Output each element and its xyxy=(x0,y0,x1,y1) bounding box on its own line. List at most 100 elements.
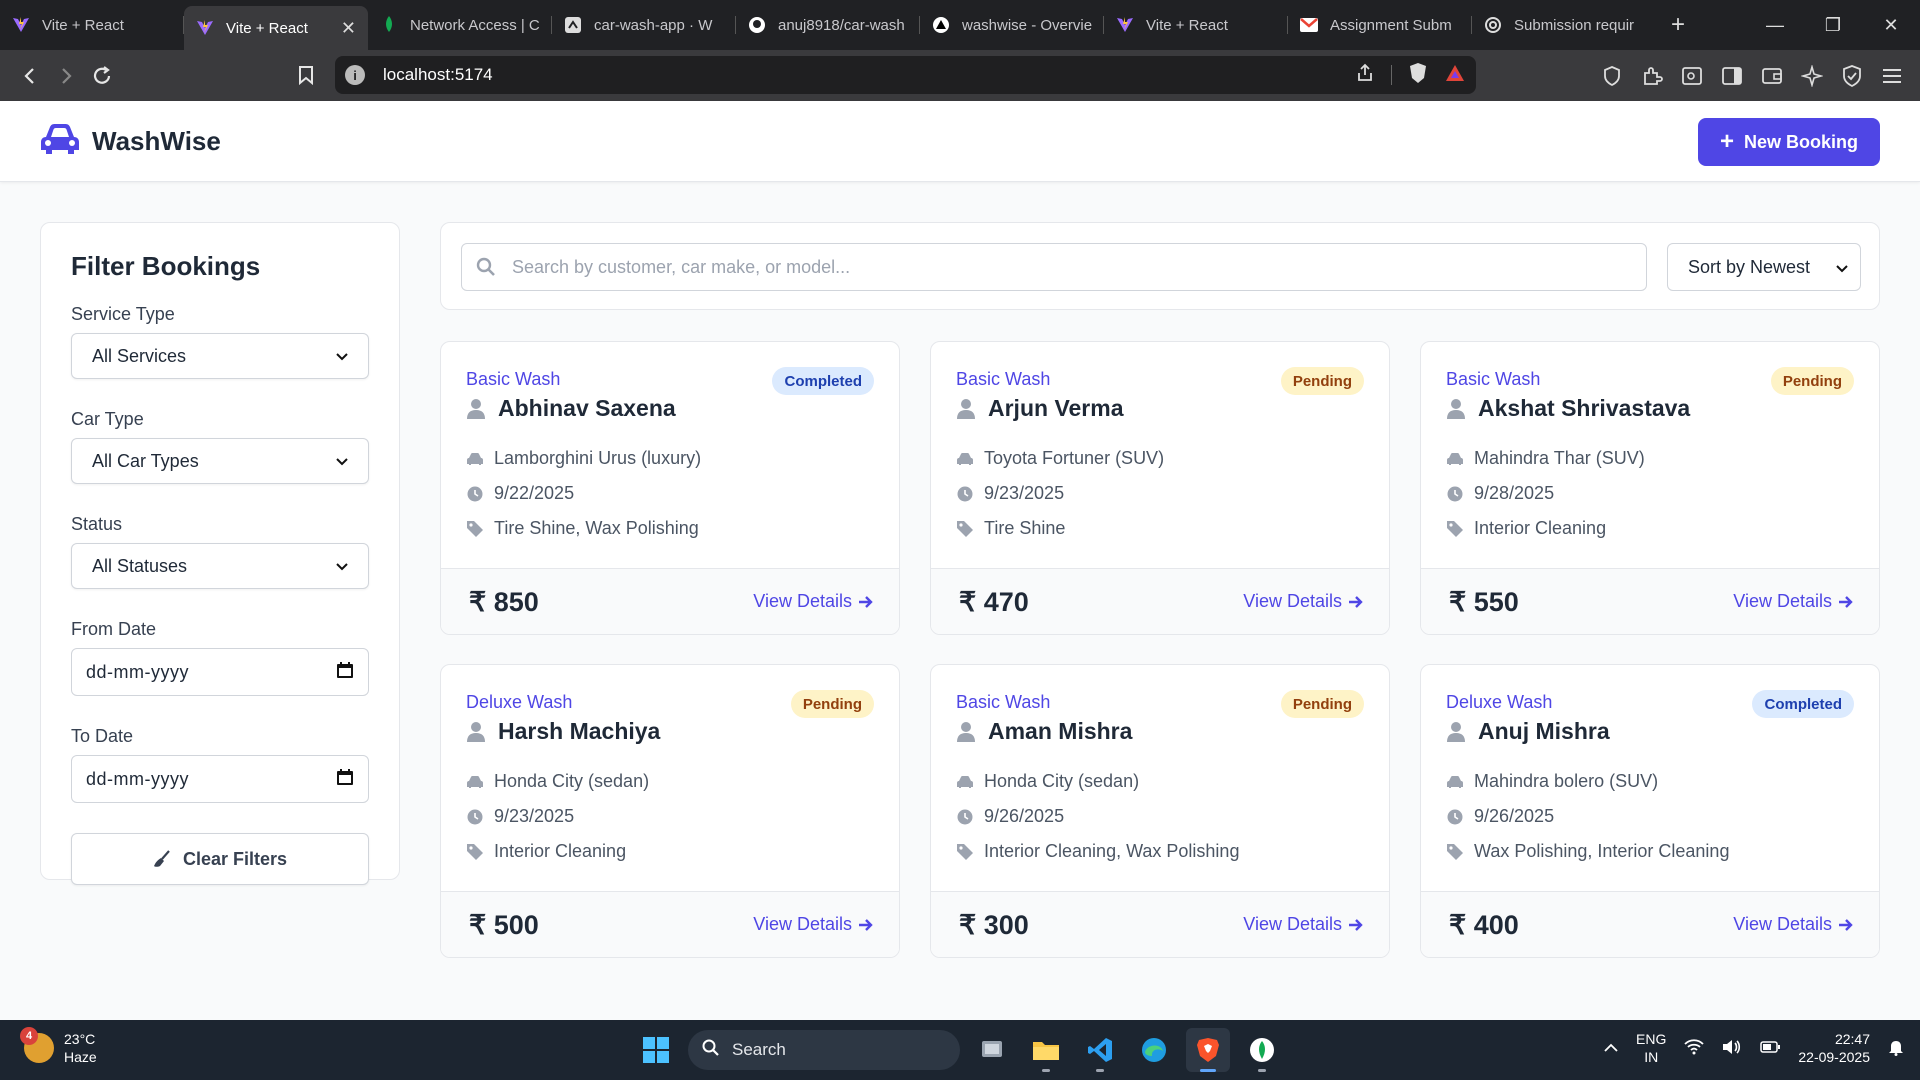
date-text: 9/23/2025 xyxy=(494,806,575,826)
extensions-icon[interactable] xyxy=(1634,58,1670,94)
brave-browser-icon[interactable] xyxy=(1186,1028,1230,1072)
mongodb-compass-icon[interactable] xyxy=(1240,1028,1284,1072)
view-details-link[interactable]: View Details xyxy=(1733,914,1854,935)
browser-tab[interactable]: Network Access | C xyxy=(368,0,552,50)
to-date-input[interactable]: dd-mm-yyyy xyxy=(71,755,369,803)
view-details-link[interactable]: View Details xyxy=(1733,591,1854,612)
back-icon[interactable] xyxy=(12,58,48,94)
language-indicator[interactable]: ENG IN xyxy=(1636,1030,1666,1066)
clock[interactable]: 22:47 22-09-2025 xyxy=(1798,1030,1870,1066)
close-window-icon[interactable]: ✕ xyxy=(1862,0,1920,50)
bookmark-icon[interactable] xyxy=(288,57,324,93)
volume-icon[interactable] xyxy=(1722,1039,1742,1058)
car-row: Honda City (sedan) xyxy=(466,771,649,792)
brave-rewards-icon[interactable] xyxy=(1444,63,1466,88)
chevron-up-icon[interactable] xyxy=(1604,1040,1618,1056)
arrow-right-icon xyxy=(1838,918,1854,932)
app-header: WashWise + New Booking xyxy=(0,101,1920,182)
search-input[interactable]: Search by customer, car make, or model..… xyxy=(461,243,1647,291)
leo-ai-icon[interactable] xyxy=(1794,58,1830,94)
view-details-link[interactable]: View Details xyxy=(1243,591,1364,612)
calendar-icon[interactable] xyxy=(336,768,354,791)
restore-icon[interactable]: ❐ xyxy=(1804,0,1862,50)
tab-title: Vite + React xyxy=(42,16,124,34)
edge-icon[interactable] xyxy=(1132,1028,1176,1072)
tab-title: car-wash-app · W xyxy=(594,16,713,34)
car-icon xyxy=(466,452,484,466)
service-type-select[interactable]: All Services xyxy=(71,333,369,379)
minimize-icon[interactable]: — xyxy=(1746,0,1804,50)
browser-tab-active[interactable]: Vite + React ✕ xyxy=(184,6,368,50)
address-bar[interactable]: i localhost:5174 xyxy=(335,56,1476,94)
car-type-select[interactable]: All Car Types xyxy=(71,438,369,484)
new-booking-button[interactable]: + New Booking xyxy=(1698,118,1880,166)
card-footer: ₹ 470 View Details xyxy=(931,568,1389,634)
brave-shield-icon[interactable] xyxy=(1408,62,1428,89)
forward-icon[interactable] xyxy=(48,58,84,94)
arrow-right-icon xyxy=(858,595,874,609)
battery-icon[interactable] xyxy=(1760,1040,1781,1056)
notification-bell-icon[interactable] xyxy=(1888,1038,1904,1059)
wifi-icon[interactable] xyxy=(1684,1038,1705,1058)
taskbar-search[interactable]: Search xyxy=(688,1030,960,1070)
view-details-link[interactable]: View Details xyxy=(1243,914,1364,935)
card-footer: ₹ 300 View Details xyxy=(931,891,1389,957)
booking-card[interactable]: Deluxe Wash Pending Harsh Machiya Honda Cit… xyxy=(440,664,900,958)
menu-icon[interactable] xyxy=(1874,58,1910,94)
status-badge: Pending xyxy=(1280,690,1364,718)
addons-row: Tire Shine xyxy=(956,518,1065,539)
logo[interactable]: WashWise xyxy=(40,123,221,160)
sort-select[interactable]: Sort by Newest xyxy=(1667,243,1861,291)
booking-card[interactable]: Basic Wash Pending Akshat Shrivastava Mahin… xyxy=(1420,341,1880,635)
file-explorer-icon[interactable] xyxy=(1024,1028,1068,1072)
vscode-icon[interactable] xyxy=(1078,1028,1122,1072)
close-tab-icon[interactable]: ✕ xyxy=(341,18,356,39)
view-details-label: View Details xyxy=(753,914,852,934)
browser-tab[interactable]: car-wash-app · W xyxy=(552,0,736,50)
site-info-icon[interactable]: i xyxy=(345,65,365,85)
clear-filters-button[interactable]: Clear Filters xyxy=(71,833,369,885)
price-value: 500 xyxy=(493,910,539,940)
service-type: Deluxe Wash xyxy=(1446,692,1553,712)
price-value: 850 xyxy=(493,587,539,617)
browser-tab[interactable]: Submission requir xyxy=(1472,0,1656,50)
view-details-link[interactable]: View Details xyxy=(753,914,874,935)
from-date-input[interactable]: dd-mm-yyyy xyxy=(71,648,369,696)
task-view-icon[interactable] xyxy=(970,1028,1014,1072)
booking-card[interactable]: Basic Wash Pending Arjun Verma Toyota Fortu… xyxy=(930,341,1390,635)
view-details-link[interactable]: View Details xyxy=(753,591,874,612)
browser-tab[interactable]: Vite + React xyxy=(0,0,184,50)
browser-tab[interactable]: Assignment Subm xyxy=(1288,0,1472,50)
booking-card[interactable]: Basic Wash Pending Aman Mishra Honda City (… xyxy=(930,664,1390,958)
search-icon xyxy=(476,257,496,277)
calendar-icon[interactable] xyxy=(336,661,354,684)
to-date-label: To Date xyxy=(71,726,134,746)
booking-card[interactable]: Basic Wash Completed Abhinav Saxena Lamborg… xyxy=(440,341,900,635)
browser-tab[interactable]: Vite + React xyxy=(1104,0,1288,50)
addons-row: Tire Shine, Wax Polishing xyxy=(466,518,699,539)
addons-text: Interior Cleaning xyxy=(1474,518,1607,538)
status-badge: Pending xyxy=(1770,367,1854,395)
new-tab-icon[interactable]: + xyxy=(1656,0,1700,50)
reader-mode-icon[interactable] xyxy=(1674,58,1710,94)
wallet-icon[interactable] xyxy=(1754,58,1790,94)
windows-start-icon[interactable] xyxy=(634,1028,678,1072)
vpn-shield-icon[interactable] xyxy=(1594,58,1630,94)
date: 22-09-2025 xyxy=(1798,1049,1870,1065)
browser-tab[interactable]: washwise - Overvie xyxy=(920,0,1104,50)
sidebar-toggle-icon[interactable] xyxy=(1714,58,1750,94)
price-value: 300 xyxy=(983,910,1029,940)
customer-name-text: Aman Mishra xyxy=(988,718,1133,744)
reload-icon[interactable] xyxy=(84,58,120,94)
booking-card[interactable]: Deluxe Wash Completed Anuj Mishra Mahindra … xyxy=(1420,664,1880,958)
view-details-label: View Details xyxy=(1733,591,1832,611)
browser-tab[interactable]: anuj8918/car-wash xyxy=(736,0,920,50)
vite-icon xyxy=(12,16,30,34)
brave-vpn-icon[interactable] xyxy=(1834,58,1870,94)
status-select[interactable]: All Statuses xyxy=(71,543,369,589)
tag-icon xyxy=(466,843,484,861)
view-details-label: View Details xyxy=(753,591,852,611)
share-icon[interactable] xyxy=(1355,63,1375,88)
weather-widget[interactable]: 4 23°C Haze xyxy=(20,1027,97,1066)
user-icon xyxy=(1446,721,1466,743)
